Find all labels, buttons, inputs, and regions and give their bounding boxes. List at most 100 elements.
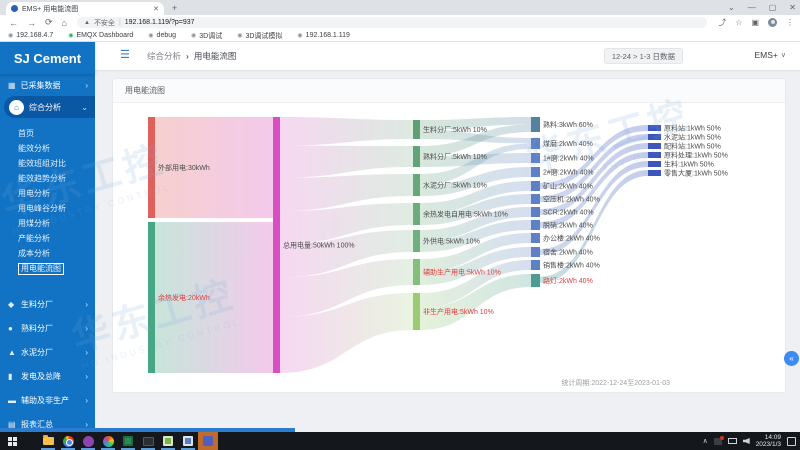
document-app-icon[interactable] [178,432,198,450]
start-button[interactable] [0,432,24,450]
sidebar-item-auxiliary[interactable]: ▬辅助及非生产› [0,388,95,412]
sankey-node[interactable] [531,194,540,204]
sankey-node-label: 配料站:1kWh 50% [664,142,721,151]
sidebar-item-analysis[interactable]: ⌂ 综合分析 ⌄ [4,96,95,118]
viewer-app-icon[interactable] [98,432,118,450]
sankey-node[interactable] [531,117,540,132]
file-explorer-icon[interactable] [38,432,58,450]
teams-icon-active[interactable] [198,432,218,450]
sidebar-subitem-cost[interactable]: 成本分析 [0,246,95,261]
home-icon[interactable]: ⌂ [62,18,67,28]
bookmark-item[interactable]: ◉debug [148,32,176,39]
sidebar-subitem-peak-valley[interactable]: 用电峰谷分析 [0,201,95,216]
bookmark-item[interactable]: ◉192.168.4.7 [8,32,53,39]
new-tab-button[interactable]: + [172,3,177,13]
window-minimize-button[interactable]: — [748,3,756,12]
collapse-float-button[interactable]: « [784,351,799,366]
profile-avatar[interactable] [768,18,777,27]
sankey-node[interactable] [531,207,540,217]
reload-icon[interactable]: ⟳ [45,17,53,28]
bookmark-item[interactable]: ◉3D调试 [191,31,222,41]
sidebar-item-raw-plant[interactable]: ◆生料分厂› [0,292,95,316]
sankey-node[interactable] [413,293,420,330]
media-app-icon[interactable] [78,432,98,450]
url-omnibox[interactable]: ▲ 不安全 | 192.168.1.119/?p=937 [77,17,707,28]
bookmark-item[interactable]: ◉192.168.1.119 [297,32,350,39]
tab-close-icon[interactable]: ✕ [153,5,159,13]
sankey-node[interactable] [648,170,661,176]
sankey-node[interactable] [273,117,280,373]
side-panel-icon[interactable]: ▣ [751,18,759,27]
sidebar-item-clinker-plant[interactable]: ●熟料分厂› [0,316,95,340]
sankey-node[interactable] [413,259,420,285]
hamburger-icon[interactable]: ☰ [120,48,130,61]
chrome-icon[interactable] [58,432,78,450]
tray-app-badge-icon[interactable] [714,438,722,445]
action-center-icon[interactable] [787,437,796,446]
tray-display-icon[interactable] [728,438,737,444]
sidebar-subitem-team-compare[interactable]: 能效班组对比 [0,156,95,171]
back-icon[interactable]: ← [9,18,18,28]
terminal-icon[interactable] [138,432,158,450]
excel-icon[interactable] [118,432,138,450]
sankey-node[interactable] [531,260,540,270]
sankey-node[interactable] [531,153,540,163]
sankey-node[interactable] [531,247,540,257]
sankey-node-label: 2#磨:2kWh 40% [543,168,594,177]
sankey-link[interactable] [280,117,413,146]
clinker-plant-icon: ● [8,324,18,333]
globe-icon: ◉ [191,32,196,39]
sankey-node[interactable] [648,152,661,158]
sankey-node[interactable] [531,181,540,191]
forward-icon[interactable]: → [27,18,36,28]
sankey-node-label: 煤磨:2kWh 40% [543,139,593,148]
sankey-node[interactable] [531,167,540,177]
sankey-node[interactable] [648,134,661,140]
bookmark-item[interactable]: ◉EMQX Dashboard [68,32,133,39]
date-range-selector[interactable]: 12-24 > 1-3 日数据 [604,48,683,64]
tray-volume-icon[interactable] [743,438,750,444]
bookmark-star-icon[interactable]: ☆ [735,18,742,27]
brand-logo: SJ Cement [0,42,95,74]
sankey-node[interactable] [148,117,155,218]
taskbar-clock[interactable]: 14:09 2023/1/3 [756,434,781,448]
sidebar-item-power-gen[interactable]: ▮发电及总降› [0,364,95,388]
windows-taskbar: ∧ 14:09 2023/1/3 [0,432,800,450]
sankey-node[interactable] [531,274,540,287]
sankey-svg[interactable]: 外部用电:30kWh余热发电:20kWh总用电量:50kWh 100%生料分厂:… [136,108,776,378]
sankey-node[interactable] [413,146,420,167]
sankey-node[interactable] [148,222,155,373]
sankey-node[interactable] [413,203,420,225]
sidebar-subitem-home[interactable]: 首页 [0,126,95,141]
sankey-link[interactable] [280,146,413,178]
sankey-node[interactable] [413,174,420,196]
sidebar-subitem-capacity[interactable]: 产能分析 [0,231,95,246]
notepad-icon[interactable] [158,432,178,450]
sidebar-subitem-efficiency[interactable]: 能效分析 [0,141,95,156]
sankey-node[interactable] [648,125,661,131]
window-maximize-button[interactable]: ▢ [769,3,777,12]
sidebar-item-cement-plant[interactable]: ▲水泥分厂› [0,340,95,364]
sankey-node[interactable] [413,120,420,139]
sankey-node[interactable] [531,220,540,230]
browser-tab[interactable]: EMS+ 用电能流图 ✕ [6,2,164,15]
sankey-node[interactable] [413,230,420,252]
sankey-node[interactable] [531,138,540,149]
sankey-node[interactable] [648,161,661,167]
sankey-node[interactable] [531,233,540,243]
bookmark-item[interactable]: ◉3D调试模拟 [237,31,282,41]
share-icon[interactable]: ⤴ [718,17,726,28]
window-close-button[interactable]: ✕ [789,3,796,12]
tab-search-icon[interactable]: ⌄ [728,3,735,12]
sidebar-subitem-energy-flow-active[interactable]: 用电能流图 [0,261,95,276]
sidebar-item-collected-data[interactable]: ▦ 已采集数据 › [0,76,95,94]
sankey-node-label: 脱硝:2kWh 40% [543,221,593,230]
browser-menu-icon[interactable]: ⋮ [786,18,794,27]
sidebar-subitem-coal[interactable]: 用煤分析 [0,216,95,231]
sankey-node[interactable] [648,143,661,149]
tray-expand-icon[interactable]: ∧ [703,437,708,445]
sidebar-subitem-trend[interactable]: 能效趋势分析 [0,171,95,186]
user-menu[interactable]: EMS+ ∨ [754,50,786,60]
sidebar-subitem-power[interactable]: 用电分析 [0,186,95,201]
chevron-right-icon: › [85,324,88,333]
